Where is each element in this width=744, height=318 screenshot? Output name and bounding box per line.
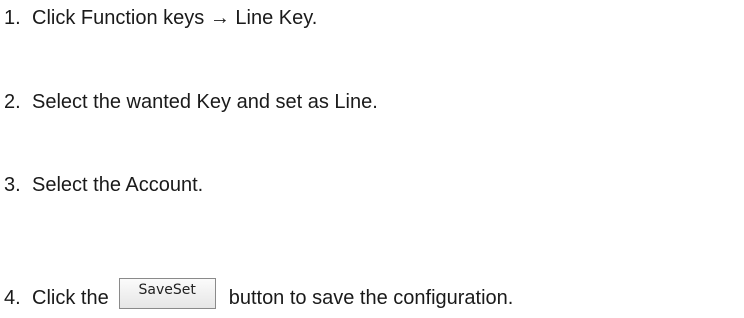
step-3: 3. Select the Account. [4,173,203,197]
step-text: Select the Account. [32,174,204,196]
step-text: Select the wanted Key and set as Line. [32,91,378,113]
step-number: 2. [4,91,21,113]
saveset-button[interactable]: SaveSet [118,278,216,309]
step-4: 4. Click the SaveSet button to save the … [4,278,514,313]
step-number: 1. [4,7,21,29]
step-number: 4. [4,286,21,309]
step-2: 2. Select the wanted Key and set as Line… [4,90,378,114]
step-text-before: Click the [32,286,109,309]
step-text: Click Function keys → Line Key. [32,7,318,29]
step-1: 1. Click Function keys → Line Key. [4,6,317,30]
step-text-after: button to save the configuration. [228,286,514,309]
step-number: 3. [4,174,21,196]
